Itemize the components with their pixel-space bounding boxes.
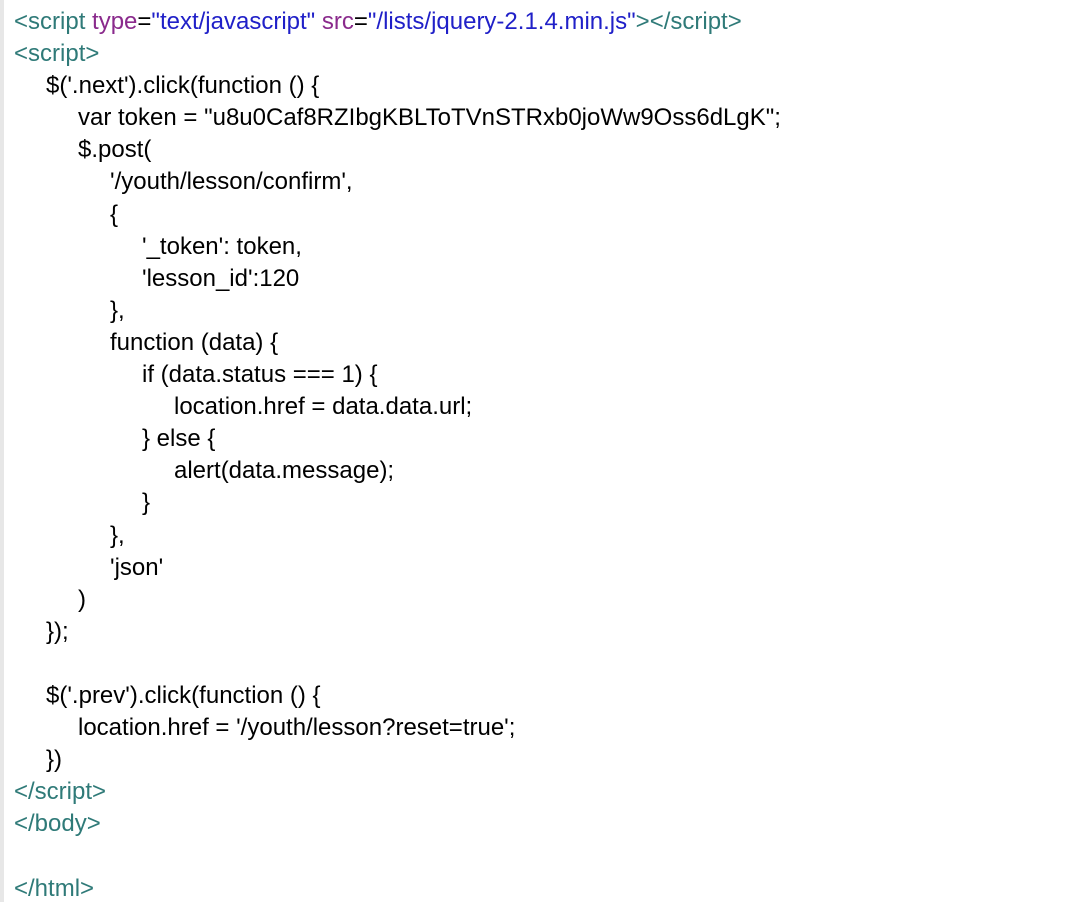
- js-text: location.href = '/youth/lesson?reset=tru…: [78, 714, 516, 742]
- js-text: $('.next').click(function () {: [46, 72, 320, 100]
- code-line-10: },: [14, 295, 1088, 327]
- code-line-8: '_token': token,: [14, 231, 1088, 263]
- equals: =: [137, 8, 152, 35]
- code-line-4: var token = "u8u0Caf8RZIbgKBLToTVnSTRxb0…: [14, 102, 1088, 134]
- code-line-11: function (data) {: [14, 327, 1088, 359]
- tag-bracket: >: [86, 810, 101, 838]
- code-area: <script type="text/javascript" src="/lis…: [14, 6, 1088, 902]
- code-line-18: 'json': [14, 552, 1088, 584]
- tag-name: /body: [28, 810, 87, 838]
- code-line-5: $.post(: [14, 134, 1088, 166]
- code-line-14: } else {: [14, 423, 1088, 455]
- js-text: '_token': token,: [142, 232, 302, 260]
- attr-value: "text/javascript": [151, 8, 316, 35]
- js-text: '/youth/lesson/confirm',: [110, 168, 353, 196]
- js-text: $('.prev').click(function () {: [46, 681, 321, 709]
- code-line-1: <script type="text/javascript" src="/lis…: [14, 6, 1088, 38]
- attr-value: "/lists/jquery-2.1.4.min.js": [367, 8, 636, 35]
- js-text: },: [110, 296, 125, 324]
- code-line-19: ): [14, 584, 1088, 616]
- code-line-23: location.href = '/youth/lesson?reset=tru…: [14, 712, 1088, 744]
- code-line-9: 'lesson_id':120: [14, 263, 1088, 295]
- js-text: var token = "u8u0Caf8RZIbgKBLToTVnSTRxb0…: [78, 104, 781, 132]
- tag-name: /html: [28, 874, 81, 902]
- tag-bracket: ><: [635, 8, 664, 35]
- js-text: 'json': [110, 553, 164, 581]
- js-text: ): [78, 585, 86, 613]
- tag-bracket: <: [14, 8, 29, 35]
- code-line-20: });: [14, 616, 1088, 648]
- code-line-13: location.href = data.data.url;: [14, 391, 1088, 423]
- code-line-15: alert(data.message);: [14, 455, 1088, 487]
- code-line-3: $('.next').click(function () {: [14, 70, 1088, 102]
- js-text: },: [110, 521, 125, 549]
- code-line-24: }): [14, 744, 1088, 776]
- source-viewer: <script type="text/javascript" src="/lis…: [0, 0, 1088, 902]
- tag-name: /script: [28, 778, 93, 806]
- tag-bracket: <: [14, 40, 29, 68]
- code-line-22: $('.prev').click(function () {: [14, 680, 1088, 712]
- code-line-28: </html>: [14, 873, 1088, 902]
- code-line-26: </body>: [14, 808, 1088, 840]
- js-text: }: [142, 489, 151, 517]
- js-text: {: [110, 200, 119, 228]
- code-line-25: </script>: [14, 776, 1088, 808]
- code-line-7: {: [14, 199, 1088, 231]
- tag-name: script: [28, 40, 86, 68]
- tag-name: script: [28, 8, 86, 35]
- tag-bracket: <: [14, 778, 29, 806]
- code-line-2: <script>: [14, 38, 1088, 70]
- js-text: location.href = data.data.url;: [174, 393, 473, 421]
- code-line-16: }: [14, 487, 1088, 519]
- tag-name: /script: [663, 8, 728, 35]
- attr-name: type: [92, 8, 138, 35]
- js-text: alert(data.message);: [174, 457, 395, 485]
- js-text: $.post(: [78, 136, 152, 164]
- left-gutter: [0, 0, 4, 902]
- tag-bracket: >: [727, 8, 742, 35]
- code-line-17: },: [14, 520, 1088, 552]
- code-line-12: if (data.status === 1) {: [14, 359, 1088, 391]
- js-text: function (data) {: [110, 328, 279, 356]
- tag-bracket: >: [92, 778, 107, 806]
- js-text: 'lesson_id':120: [142, 264, 300, 292]
- tag-bracket: <: [14, 810, 29, 838]
- attr-name: src: [321, 8, 354, 35]
- equals: =: [353, 8, 368, 35]
- tag-bracket: >: [80, 874, 95, 902]
- js-text: }): [46, 746, 63, 774]
- code-line-6: '/youth/lesson/confirm',: [14, 166, 1088, 198]
- tag-bracket: >: [85, 40, 100, 68]
- js-text: if (data.status === 1) {: [142, 361, 378, 389]
- js-text: });: [46, 617, 69, 645]
- js-text: } else {: [142, 425, 216, 453]
- tag-bracket: <: [14, 874, 29, 902]
